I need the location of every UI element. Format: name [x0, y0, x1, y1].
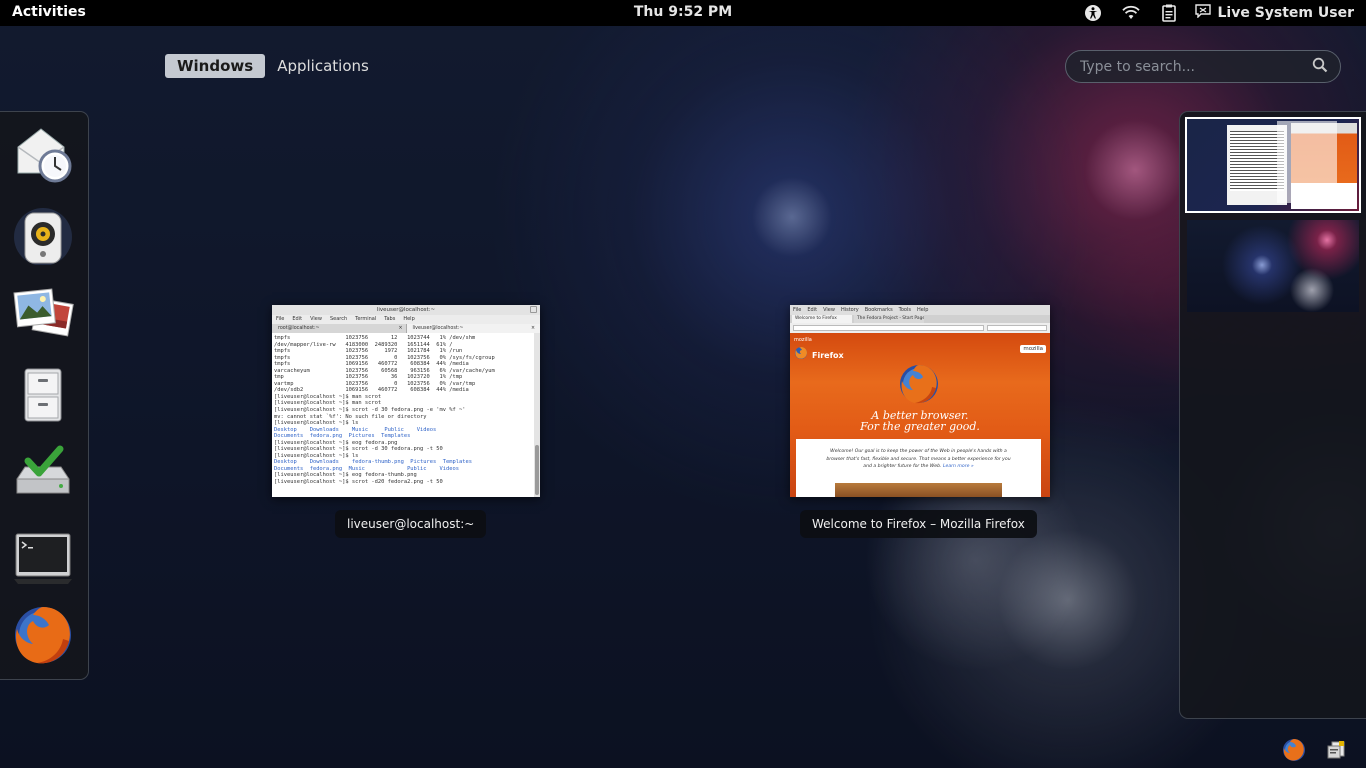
firefox-navbar: [790, 323, 1050, 333]
chat-status-icon: [1195, 4, 1212, 22]
firefox-subheadline: For the greater good.: [860, 420, 980, 433]
clock-button[interactable]: Thu 9:52 PM: [634, 4, 732, 20]
clipboard-icon[interactable]: [1159, 3, 1179, 23]
search-input[interactable]: [1080, 58, 1312, 75]
top-bar: Activities Thu 9:52 PM Live System User: [0, 0, 1366, 26]
menu-item: Bookmarks: [864, 307, 893, 313]
terminal-tabs: root@localhost:~ × liveuser@localhost:~ …: [272, 324, 540, 333]
activities-button[interactable]: Activities: [12, 4, 86, 20]
terminal-window-thumbnail[interactable]: liveuser@localhost:~ File Edit View Sear…: [272, 305, 540, 497]
firefox-window-caption[interactable]: Welcome to Firefox – Mozilla Firefox: [800, 510, 1037, 538]
accessibility-icon[interactable]: [1083, 3, 1103, 23]
firefox-hero-image: [835, 483, 1002, 497]
menu-item: Tabs: [384, 316, 396, 322]
tab-windows[interactable]: Windows: [165, 54, 266, 78]
scrollbar: [534, 333, 540, 497]
terminal-tab-label: root@localhost:~: [278, 326, 320, 331]
evolution-mail-calendar-icon[interactable]: [10, 121, 76, 187]
firefox-welcome-text: Welcome! Our goal is to keep the power o…: [826, 448, 1011, 471]
terminal-tab-label: liveuser@localhost:~: [412, 326, 464, 331]
firefox-brand-small: mozilla: [794, 337, 812, 343]
search-icon: [1312, 57, 1328, 77]
firefox-menubar: File Edit View History Bookmarks Tools H…: [790, 305, 1050, 315]
learn-more-link[interactable]: Learn more »: [943, 464, 974, 469]
wifi-icon[interactable]: [1121, 3, 1141, 23]
terminal-menubar: File Edit View Search Terminal Tabs Help: [272, 315, 540, 324]
workspace-1-thumbnail[interactable]: [1185, 117, 1361, 213]
close-icon: [530, 306, 537, 313]
firefox-window-thumbnail[interactable]: File Edit View History Bookmarks Tools H…: [790, 305, 1050, 497]
terminal-line: [liveuser@localhost ~]$ scrot -d20 fedor…: [274, 479, 443, 486]
menu-item: Edit: [292, 316, 303, 322]
menu-item: Help: [917, 307, 929, 313]
firefox-globe-icon: [898, 363, 940, 405]
workspace-2-thumbnail[interactable]: [1187, 220, 1359, 312]
menu-item: File: [793, 307, 802, 313]
dash: [0, 111, 89, 680]
menu-item: Search: [329, 316, 348, 322]
install-to-hard-drive-icon[interactable]: [10, 441, 76, 507]
firefox-tabs: Welcome to Firefox The Fedora Project - …: [790, 315, 1050, 323]
firefox-icon[interactable]: [10, 602, 76, 668]
tab-applications[interactable]: Applications: [265, 54, 381, 78]
menu-item: View: [310, 316, 322, 322]
window-titlebar: liveuser@localhost:~: [272, 305, 540, 315]
terminal-tab-active: liveuser@localhost:~ ×: [406, 324, 540, 333]
user-name: Live System User: [1217, 5, 1354, 21]
firefox-logo-small-icon: [794, 345, 808, 359]
firefox-search-bar: [987, 325, 1047, 331]
menu-item: Edit: [807, 307, 818, 313]
menu-item: File: [276, 316, 285, 322]
mozilla-badge: mozilla: [1020, 345, 1046, 353]
terminal-content: tmpfs 1023756 12 1023744 1% /dev/shm/dev…: [272, 333, 534, 497]
overview-view-selector: Windows Applications: [165, 54, 381, 78]
search-entry: [1065, 50, 1341, 83]
firefox-tab: The Fedora Project - Start Page: [854, 315, 924, 323]
window-title: liveuser@localhost:~: [376, 307, 436, 313]
firefox-tray-icon[interactable]: [1282, 738, 1306, 762]
terminal-tab: root@localhost:~ ×: [272, 324, 407, 333]
welcome-body: Welcome! Our goal is to keep the power o…: [826, 449, 1011, 470]
menu-item: Help: [403, 316, 415, 322]
workspace-switcher: [1179, 111, 1366, 719]
menu-item: Terminal: [355, 316, 377, 322]
tab-close-icon: ×: [530, 326, 535, 331]
tab-close-icon: ×: [398, 326, 403, 331]
menu-item: History: [840, 307, 859, 313]
terminal-icon[interactable]: [10, 525, 76, 591]
firefox-brand-title: Firefox: [812, 351, 844, 360]
terminal-window-caption[interactable]: liveuser@localhost:~: [335, 510, 487, 538]
firefox-page: mozilla Firefox mozilla A better browser…: [790, 333, 1050, 497]
file-manager-cabinet-icon[interactable]: [10, 361, 76, 427]
notification-tray-icon[interactable]: [1326, 740, 1348, 762]
menu-item: View: [823, 307, 835, 313]
firefox-tab-active: Welcome to Firefox: [792, 315, 852, 323]
firefox-welcome-box: Welcome! Our goal is to keep the power o…: [796, 439, 1041, 497]
user-menu[interactable]: Live System User: [1195, 4, 1354, 22]
rhythmbox-music-icon[interactable]: [10, 201, 76, 267]
url-bar: [793, 325, 984, 331]
shotwell-photos-icon[interactable]: [10, 281, 76, 347]
system-status-area: Live System User: [1065, 3, 1354, 23]
menu-item: Tools: [898, 307, 911, 313]
scrollbar-thumb: [535, 445, 539, 495]
